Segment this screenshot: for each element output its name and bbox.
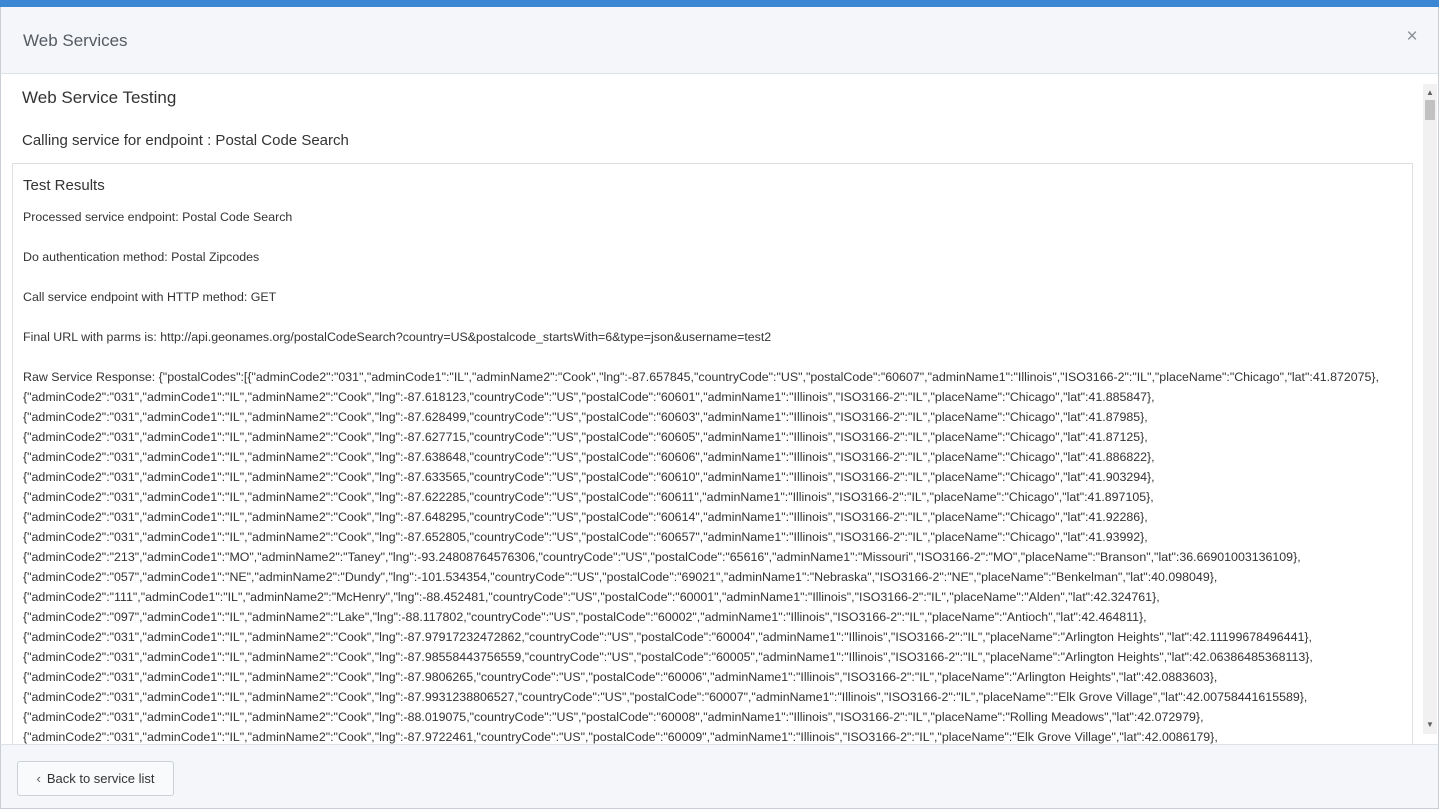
- raw-response-line: {"adminCode2":"111","adminCode1":"IL","a…: [23, 590, 1160, 604]
- chevron-left-icon: ‹: [36, 771, 41, 786]
- auth-method-line: Do authentication method: Postal Zipcode…: [23, 250, 260, 264]
- section-heading: Web Service Testing: [22, 88, 177, 107]
- raw-response-line: {"adminCode2":"031","adminCode1":"IL","a…: [23, 650, 1313, 664]
- raw-response-line: {"adminCode2":"031","adminCode1":"IL","a…: [23, 490, 1154, 504]
- raw-response-line: {"adminCode2":"031","adminCode1":"IL","a…: [23, 530, 1148, 544]
- raw-response-line: {"adminCode2":"031","adminCode1":"IL","a…: [23, 430, 1148, 444]
- raw-response-line: {"adminCode2":"031","adminCode1":"IL","a…: [23, 710, 1204, 724]
- raw-response-line: Raw Service Response: {"postalCodes":[{"…: [23, 370, 1379, 384]
- back-to-service-list-button[interactable]: ‹ Back to service list: [17, 761, 174, 796]
- endpoint-line: Calling service for endpoint : Postal Co…: [22, 132, 349, 149]
- raw-response-block: Raw Service Response: {"postalCodes":[{"…: [23, 367, 1408, 744]
- vertical-scrollbar[interactable]: ▲ ▼: [1423, 84, 1437, 734]
- raw-response-line: {"adminCode2":"031","adminCode1":"IL","a…: [23, 390, 1155, 404]
- modal-header: Web Services ×: [0, 7, 1439, 74]
- test-results-panel: Test Results Processed service endpoint:…: [12, 163, 1413, 744]
- scrollbar-thumb[interactable]: [1425, 100, 1435, 120]
- raw-response-line: {"adminCode2":"031","adminCode1":"IL","a…: [23, 410, 1148, 424]
- test-results-title: Test Results: [23, 177, 105, 194]
- raw-response-line: {"adminCode2":"031","adminCode1":"IL","a…: [23, 670, 1218, 684]
- scroll-up-arrow-icon[interactable]: ▲: [1423, 86, 1437, 100]
- final-url-line: Final URL with parms is: http://api.geon…: [23, 330, 772, 344]
- raw-response-line: {"adminCode2":"213","adminCode1":"MO","a…: [23, 550, 1301, 564]
- back-button-label: Back to service list: [46, 771, 155, 786]
- raw-response-line: {"adminCode2":"031","adminCode1":"IL","a…: [23, 510, 1148, 524]
- processed-endpoint-line: Processed service endpoint: Postal Code …: [23, 210, 293, 224]
- modal-footer: ‹ Back to service list: [0, 744, 1439, 809]
- raw-response-line: {"adminCode2":"031","adminCode1":"IL","a…: [23, 690, 1308, 704]
- raw-response-line: {"adminCode2":"031","adminCode1":"IL","a…: [23, 730, 1218, 744]
- raw-response-line: {"adminCode2":"031","adminCode1":"IL","a…: [23, 470, 1155, 484]
- http-method-line: Call service endpoint with HTTP method: …: [23, 290, 277, 304]
- raw-response-line: {"adminCode2":"031","adminCode1":"IL","a…: [23, 630, 1312, 644]
- raw-response-line: {"adminCode2":"031","adminCode1":"IL","a…: [23, 450, 1155, 464]
- top-accent-bar: [0, 0, 1439, 7]
- modal-body[interactable]: Web Service Testing Calling service for …: [0, 74, 1439, 744]
- scroll-down-arrow-icon[interactable]: ▼: [1423, 718, 1437, 732]
- raw-response-line: {"adminCode2":"097","adminCode1":"IL","a…: [23, 610, 1147, 624]
- close-icon[interactable]: ×: [1404, 27, 1420, 47]
- test-results-content: Processed service endpoint: Postal Code …: [23, 210, 1408, 744]
- modal-title: Web Services: [23, 31, 128, 50]
- raw-response-line: {"adminCode2":"057","adminCode1":"NE","a…: [23, 570, 1218, 584]
